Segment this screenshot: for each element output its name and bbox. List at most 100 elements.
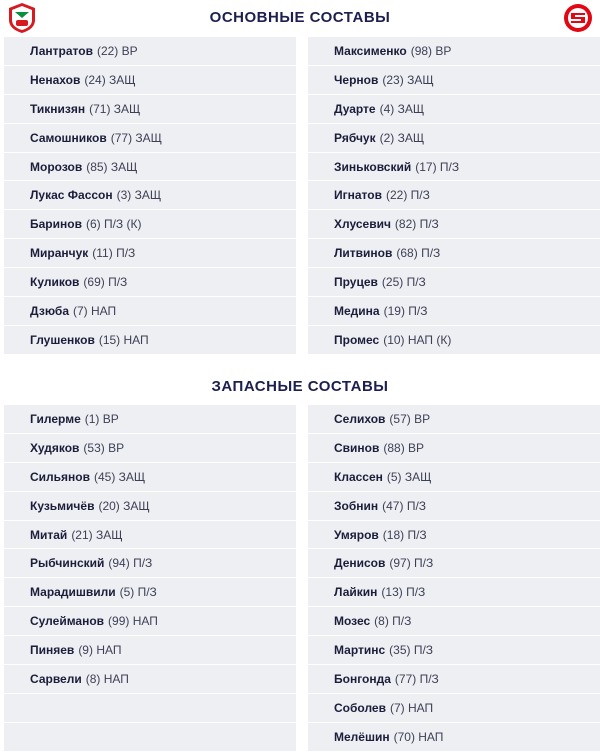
player-number-position: (57) ВР bbox=[389, 411, 431, 426]
player-number-position: (97) П/З bbox=[389, 556, 434, 571]
player-number-position: (1) ВР bbox=[84, 411, 119, 426]
player-number-position: (15) НАП bbox=[98, 332, 149, 347]
player-number-position: (71) ЗАЩ bbox=[89, 101, 141, 116]
player-name: Самошников bbox=[30, 130, 107, 145]
player-row: Бонгонда (77) П/З bbox=[308, 665, 600, 694]
player-row: Сулейманов (99) НАП bbox=[4, 607, 296, 637]
player-name: Рябчук bbox=[334, 130, 376, 145]
player-number-position: (22) ВР bbox=[96, 43, 138, 58]
player-name: Классен bbox=[334, 469, 383, 484]
player-number-position: (5) П/З bbox=[119, 585, 157, 600]
player-row: Морозов (85) ЗАЩ bbox=[4, 152, 296, 182]
empty-row bbox=[4, 693, 296, 723]
player-name: Бонгонда bbox=[334, 671, 391, 686]
player-row: Игнатов (22) П/З bbox=[308, 181, 600, 211]
player-name: Лайкин bbox=[334, 585, 378, 600]
player-number-position: (99) НАП bbox=[108, 614, 158, 629]
player-name: Тикнизян bbox=[30, 101, 86, 116]
player-row: Медина (19) П/З bbox=[308, 297, 600, 326]
player-row: Мартинс (35) П/З bbox=[308, 636, 600, 666]
player-row: Рябчук (2) ЗАЩ bbox=[308, 123, 600, 153]
player-row: Пруцев (25) П/З bbox=[308, 268, 600, 298]
player-number-position: (47) П/З bbox=[382, 498, 427, 513]
player-name: Хлусевич bbox=[334, 217, 391, 232]
player-row: Сарвели (8) НАП bbox=[4, 665, 296, 694]
player-row: Мозес (8) П/З bbox=[308, 607, 600, 637]
player-name: Селихов bbox=[334, 411, 386, 426]
player-name: Сарвели bbox=[30, 671, 82, 686]
player-name: Дуарте bbox=[334, 101, 376, 116]
player-name: Пруцев bbox=[334, 275, 378, 290]
player-row: Ненахов (24) ЗАЩ bbox=[4, 65, 296, 95]
player-number-position: (13) П/З bbox=[381, 585, 426, 600]
player-name: Промес bbox=[334, 332, 380, 347]
player-row: Промес (10) НАП (К) bbox=[308, 325, 600, 355]
player-name: Куликов bbox=[30, 275, 80, 290]
player-number-position: (8) НАП bbox=[85, 671, 129, 686]
player-row: Хлусевич (82) П/З bbox=[308, 210, 600, 240]
player-name: Ненахов bbox=[30, 72, 81, 87]
player-name: Морозов bbox=[30, 159, 83, 174]
away-subs-list: Селихов (57) ВР Свинов (88) ВР Классен (5) ЗА… bbox=[308, 405, 600, 752]
player-name: Литвинов bbox=[334, 246, 393, 261]
player-row: Митай (21) ЗАЩ bbox=[4, 520, 296, 550]
player-row: Чернов (23) ЗАЩ bbox=[308, 65, 600, 95]
player-number-position: (19) П/З bbox=[383, 303, 428, 318]
player-number-position: (25) П/З bbox=[381, 275, 426, 290]
player-number-position: (10) НАП (К) bbox=[383, 332, 452, 347]
player-row: Литвинов (68) П/З bbox=[308, 239, 600, 269]
player-name: Игнатов bbox=[334, 188, 382, 203]
player-number-position: (53) ВР bbox=[83, 440, 125, 455]
player-number-position: (88) ВР bbox=[383, 440, 425, 455]
starters-title: ОСНОВНЫЕ СОСТАВЫ bbox=[209, 9, 391, 26]
player-number-position: (3) ЗАЩ bbox=[116, 188, 162, 203]
player-name: Лукас Фассон bbox=[30, 188, 113, 203]
player-name: Зиньковский bbox=[334, 159, 412, 174]
player-number-position: (69) П/З bbox=[83, 275, 128, 290]
player-row: Мелёшин (70) НАП bbox=[308, 722, 600, 752]
player-name: Медина bbox=[334, 303, 380, 318]
player-number-position: (8) П/З bbox=[374, 614, 412, 629]
player-number-position: (11) П/З bbox=[92, 246, 136, 261]
player-number-position: (9) НАП bbox=[78, 643, 122, 658]
player-name: Денисов bbox=[334, 556, 386, 571]
player-number-position: (20) ЗАЩ bbox=[98, 498, 150, 513]
player-name: Мелёшин bbox=[334, 729, 390, 744]
player-number-position: (98) ВР bbox=[410, 43, 452, 58]
player-name: Пиняев bbox=[30, 643, 75, 658]
player-row: Максименко (98) ВР bbox=[308, 37, 600, 66]
player-row: Пиняев (9) НАП bbox=[4, 636, 296, 666]
player-number-position: (24) ЗАЩ bbox=[84, 72, 136, 87]
player-row: Денисов (97) П/З bbox=[308, 549, 600, 579]
player-row: Гилерме (1) ВР bbox=[4, 405, 296, 434]
player-name: Миранчук bbox=[30, 246, 89, 261]
player-row: Лайкин (13) П/З bbox=[308, 578, 600, 608]
player-row: Худяков (53) ВР bbox=[4, 433, 296, 463]
spartak-logo-icon bbox=[564, 4, 592, 32]
player-number-position: (17) П/З bbox=[415, 159, 460, 174]
player-row: Тикнизян (71) ЗАЩ bbox=[4, 94, 296, 124]
player-name: Митай bbox=[30, 527, 68, 542]
player-row: Марадишвили (5) П/З bbox=[4, 578, 296, 608]
player-number-position: (2) ЗАЩ bbox=[379, 130, 425, 145]
player-name: Лантратов bbox=[30, 43, 93, 58]
player-row: Свинов (88) ВР bbox=[308, 433, 600, 463]
player-number-position: (68) П/З bbox=[396, 246, 441, 261]
player-name: Умяров bbox=[334, 527, 379, 542]
player-number-position: (6) П/З (К) bbox=[85, 217, 142, 232]
player-row: Умяров (18) П/З bbox=[308, 520, 600, 550]
player-row: Лантратов (22) ВР bbox=[4, 37, 296, 66]
player-row: Зиньковский (17) П/З bbox=[308, 152, 600, 182]
player-row: Миранчук (11) П/З bbox=[4, 239, 296, 269]
player-row: Сильянов (45) ЗАЩ bbox=[4, 462, 296, 492]
player-number-position: (23) ЗАЩ bbox=[382, 72, 434, 87]
player-name: Марадишвили bbox=[30, 585, 116, 600]
home-subs-list: Гилерме (1) ВР Худяков (53) ВР Сильянов (45) … bbox=[4, 405, 296, 752]
player-number-position: (18) П/З bbox=[382, 527, 427, 542]
player-row: Селихов (57) ВР bbox=[308, 405, 600, 434]
player-name: Рыбчинский bbox=[30, 556, 105, 571]
player-row: Рыбчинский (94) П/З bbox=[4, 549, 296, 579]
player-name: Мозес bbox=[334, 614, 371, 629]
player-name: Зобнин bbox=[334, 498, 379, 513]
player-name: Кузьмичёв bbox=[30, 498, 95, 513]
